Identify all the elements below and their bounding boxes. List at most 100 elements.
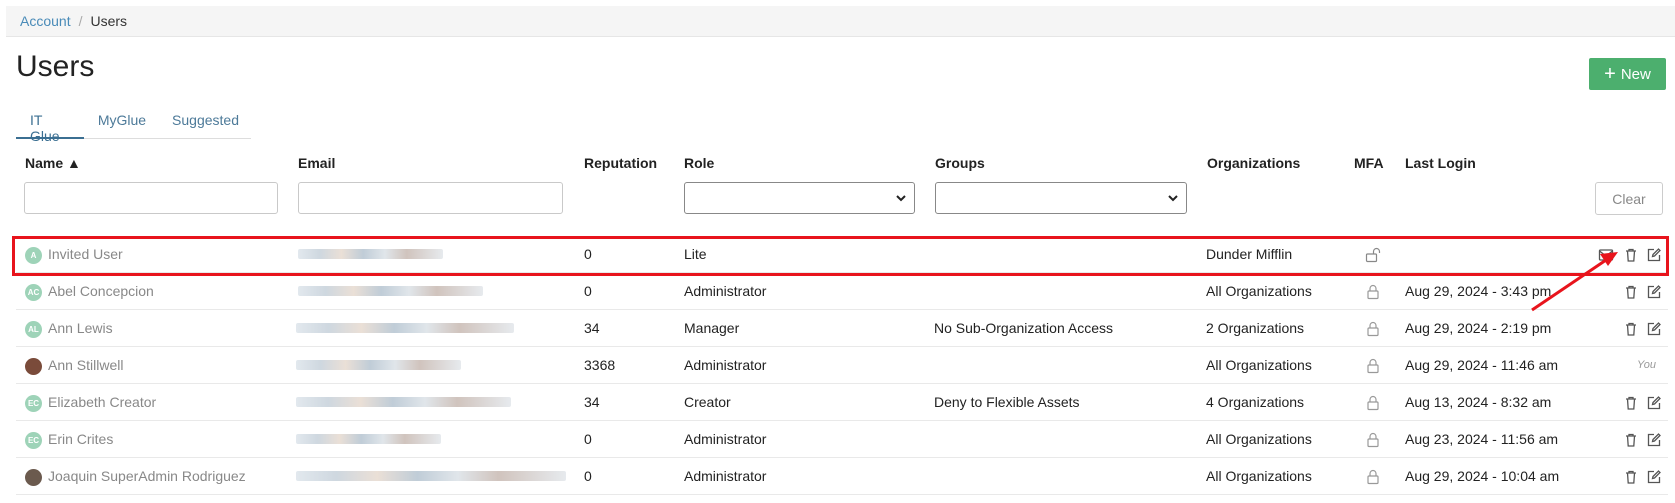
email-redacted [296,323,514,333]
avatar: A [25,247,42,264]
avatar: AC [25,284,42,301]
lock-icon [1367,358,1379,374]
role-value: Creator [684,394,731,410]
trash-icon[interactable] [1623,432,1639,448]
trash-icon[interactable] [1623,321,1639,337]
edit-icon[interactable] [1646,469,1662,485]
reputation-value: 3368 [584,357,616,373]
table-row: Joaquin SuperAdmin Rodriguez 0 Administr… [16,458,1668,495]
groups-filter-select[interactable] [935,182,1187,214]
email-redacted [296,360,461,370]
avatar [25,358,42,375]
user-name-link[interactable]: Joaquin SuperAdmin Rodriguez [48,458,246,495]
lock-open-icon [1365,247,1381,263]
edit-icon[interactable] [1646,247,1662,263]
last-login-value: Aug 29, 2024 - 11:46 am [1405,357,1559,373]
user-name-link[interactable]: Erin Crites [48,421,113,458]
plus-icon: + [1604,63,1616,85]
tab-bar: IT Glue MyGlue Suggested [16,104,251,144]
lock-icon [1367,284,1379,300]
reputation-value: 0 [584,283,592,299]
role-value: Administrator [684,283,767,299]
table-row: Ann Stillwell 3368 Administrator All Org… [16,347,1668,384]
organizations-value: All Organizations [1206,283,1312,299]
reputation-value: 0 [584,431,592,447]
lock-icon [1367,432,1379,448]
column-header-email[interactable]: Email [298,155,335,171]
edit-icon[interactable] [1646,432,1662,448]
user-name-link[interactable]: Abel Concepcion [48,273,154,310]
last-login-value: Aug 13, 2024 - 8:32 am [1405,394,1552,410]
trash-icon[interactable] [1623,395,1639,411]
lock-icon [1367,395,1379,411]
you-label: You [1637,359,1656,371]
email-redacted [296,397,511,407]
email-redacted [298,249,443,259]
tab-myglue[interactable]: MyGlue [84,104,158,138]
table-row: A Invited User 0 Lite Dunder Mifflin [16,236,1668,273]
organizations-value: All Organizations [1206,431,1312,447]
organizations-value: Dunder Mifflin [1206,246,1293,262]
email-filter-input[interactable] [298,182,563,214]
role-filter-select[interactable] [684,182,915,214]
avatar [25,469,42,486]
column-header-reputation[interactable]: Reputation [584,155,657,171]
edit-icon[interactable] [1646,395,1662,411]
reputation-value: 0 [584,468,592,484]
breadcrumb-current: Users [90,13,128,29]
clear-filters-button[interactable]: Clear [1595,182,1663,215]
annotation-arrow [1531,252,1618,312]
new-button-label: New [1620,65,1651,83]
role-value: Administrator [684,468,767,484]
email-redacted [296,471,566,481]
chevron-down-icon [1168,195,1178,202]
chevron-down-icon [896,195,906,202]
organizations-value: All Organizations [1206,357,1312,373]
avatar: EC [25,432,42,449]
role-value: Administrator [684,431,767,447]
lock-icon [1367,469,1379,485]
last-login-value: Aug 29, 2024 - 10:04 am [1405,468,1560,484]
last-login-value: Aug 23, 2024 - 11:56 am [1405,431,1559,447]
table-row: EC Elizabeth Creator 34 Creator Deny to … [16,384,1668,421]
organizations-value: 4 Organizations [1206,394,1305,410]
column-header-role[interactable]: Role [684,155,714,171]
table-row: AC Abel Concepcion 0 Administrator All O… [16,273,1668,310]
reputation-value: 0 [584,246,592,262]
role-value: Manager [684,320,740,336]
name-filter-input[interactable] [24,182,278,214]
tab-it-glue[interactable]: IT Glue [16,104,84,144]
groups-value: No Sub-Organization Access [934,320,1113,336]
new-user-button[interactable]: + New [1589,58,1666,90]
organizations-value: All Organizations [1206,468,1312,484]
breadcrumb: Account / Users [6,6,1675,37]
breadcrumb-separator: / [78,13,83,29]
avatar: EC [25,395,42,412]
lock-icon [1367,321,1379,337]
edit-icon[interactable] [1646,321,1662,337]
column-header-last-login[interactable]: Last Login [1405,155,1476,171]
avatar: AL [25,321,42,338]
edit-icon[interactable] [1646,284,1662,300]
user-name-link[interactable]: Elizabeth Creator [48,384,156,421]
user-name-link[interactable]: Invited User [48,236,123,273]
breadcrumb-account-link[interactable]: Account [20,13,71,29]
user-name-link[interactable]: Ann Stillwell [48,347,123,384]
role-value: Administrator [684,357,767,373]
user-name-link[interactable]: Ann Lewis [48,310,113,347]
table-row: EC Erin Crites 0 Administrator All Organ… [16,421,1668,458]
column-header-mfa: MFA [1354,155,1384,171]
column-header-name[interactable]: Name ▲ [25,155,81,171]
column-header-groups[interactable]: Groups [935,155,985,171]
trash-icon[interactable] [1623,469,1639,485]
reputation-value: 34 [584,394,600,410]
email-redacted [298,286,483,296]
email-redacted [296,434,441,444]
organizations-value: 2 Organizations [1206,320,1305,336]
page-title: Users [16,50,95,83]
tab-suggested[interactable]: Suggested [158,104,251,138]
table-row: AL Ann Lewis 34 Manager No Sub-Organizat… [16,310,1668,347]
groups-value: Deny to Flexible Assets [934,394,1080,410]
reputation-value: 34 [584,320,600,336]
column-header-organizations[interactable]: Organizations [1207,155,1300,171]
